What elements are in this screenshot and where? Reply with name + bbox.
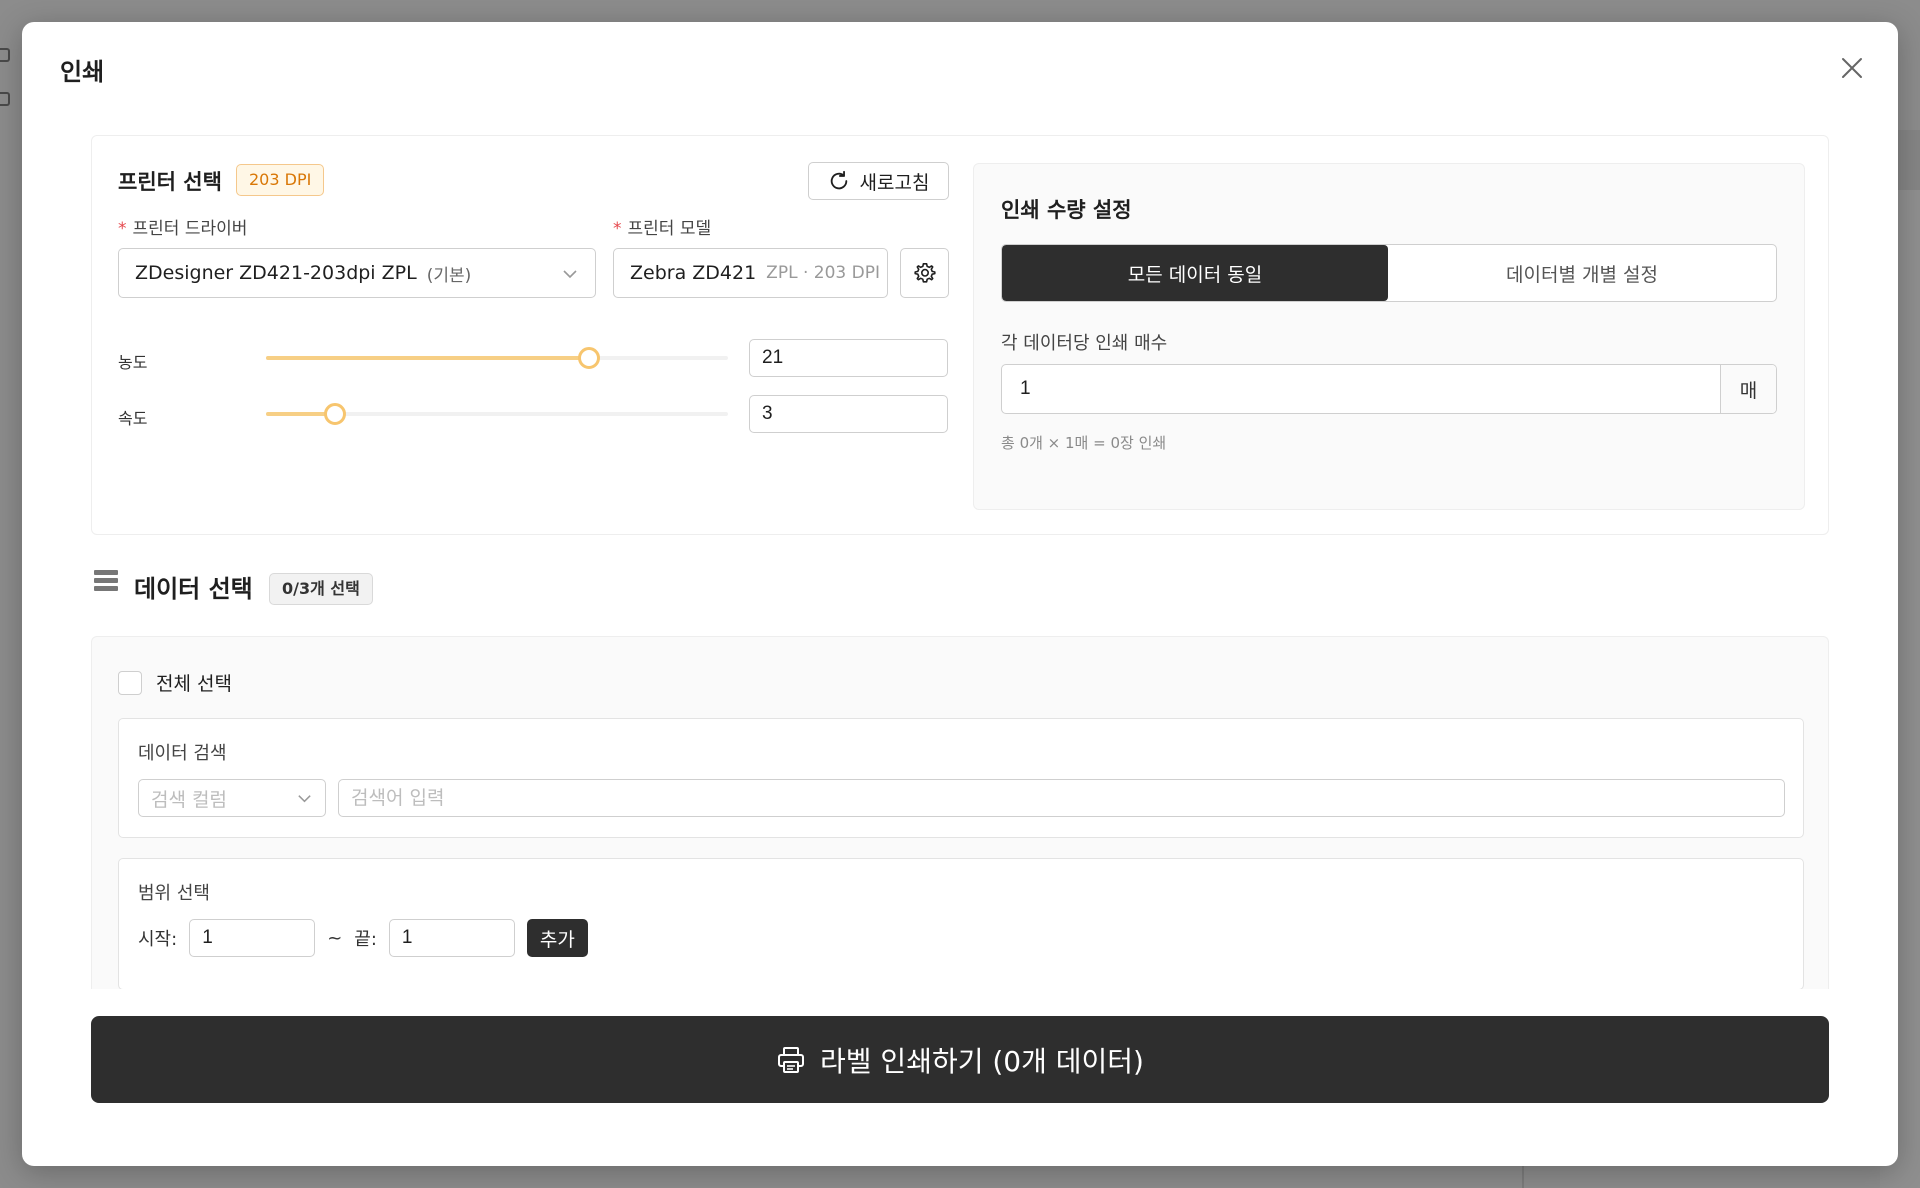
printer-section-title: 프린터 선택 xyxy=(118,170,222,194)
range-card: 범위 선택 시작: ~ 끝: 추가 xyxy=(118,858,1804,989)
model-value: Zebra ZD421 xyxy=(630,262,757,284)
quantity-panel: 인쇄 수량 설정 모든 데이터 동일 데이터별 개별 설정 각 데이터당 인쇄 … xyxy=(973,163,1805,510)
dpi-badge: 203 DPI xyxy=(236,164,325,196)
speed-slider[interactable] xyxy=(266,403,728,425)
range-row: 시작: ~ 끝: 추가 xyxy=(138,919,588,957)
search-column-select[interactable]: 검색 컬럼 xyxy=(138,779,326,817)
select-all-checkbox[interactable] xyxy=(118,670,142,695)
range-end-label: 끝: xyxy=(354,929,377,950)
per-data-field: 매 xyxy=(1001,364,1777,414)
print-labels-label: 라벨 인쇄하기 (0개 데이터) xyxy=(820,1044,1144,1078)
chevron-down-icon xyxy=(563,270,577,279)
driver-select[interactable]: ZDesigner ZD421-203dpi ZPL (기본) xyxy=(118,248,596,298)
darkness-slider[interactable] xyxy=(266,347,728,369)
speed-input[interactable] xyxy=(749,395,948,433)
per-data-label: 각 데이터당 인쇄 매수 xyxy=(1001,333,1168,354)
gear-icon xyxy=(913,263,936,283)
darkness-label: 농도 xyxy=(118,353,148,372)
range-start-label: 시작: xyxy=(138,929,178,950)
driver-label: * 프린터 드라이버 xyxy=(118,219,248,239)
model-settings-button[interactable] xyxy=(900,248,949,298)
range-end-input[interactable] xyxy=(388,919,515,957)
printer-icon xyxy=(778,1046,805,1073)
background-doc-icon xyxy=(0,48,10,62)
model-sub: ZPL · 203 DPI xyxy=(766,263,880,283)
per-data-unit: 매 xyxy=(1720,365,1776,413)
select-all-row[interactable]: 전체 선택 xyxy=(118,669,232,696)
search-label: 데이터 검색 xyxy=(138,743,227,764)
per-data-input[interactable] xyxy=(1002,365,1720,413)
range-add-button[interactable]: 추가 xyxy=(526,919,588,957)
model-display: Zebra ZD421 ZPL · 203 DPI xyxy=(613,248,888,298)
search-card: 데이터 검색 검색 컬럼 xyxy=(118,718,1804,838)
print-modal: 인쇄 프린터 선택 203 DPI 새로고침 * 프린터 드라이버 ZDesign… xyxy=(22,22,1898,1166)
speed-label: 속도 xyxy=(118,409,148,428)
range-start-input[interactable] xyxy=(189,919,316,957)
chevron-down-icon xyxy=(298,795,311,803)
quantity-summary: 총 0개 × 1매 = 0장 인쇄 xyxy=(1001,434,1167,452)
close-button[interactable] xyxy=(1836,52,1868,84)
darkness-slider-fill xyxy=(266,356,590,360)
modal-title: 인쇄 xyxy=(60,58,105,86)
data-panel: 전체 선택 데이터 검색 검색 컬럼 범위 선택 시작: ~ 끝: 추가 xyxy=(91,636,1829,989)
print-labels-button[interactable]: 라벨 인쇄하기 (0개 데이터) xyxy=(91,1016,1829,1103)
model-label: * 프린터 모델 xyxy=(613,219,712,239)
quantity-mode-toggle: 모든 데이터 동일 데이터별 개별 설정 xyxy=(1001,244,1777,302)
background-doc-settings-icon xyxy=(0,92,10,106)
data-section-title: 데이터 선택 xyxy=(134,575,253,603)
refresh-icon xyxy=(830,170,847,190)
range-separator: ~ xyxy=(327,927,343,949)
mode-individual-option[interactable]: 데이터별 개별 설정 xyxy=(1388,245,1776,301)
driver-default-tag: (기본) xyxy=(426,265,472,286)
close-icon xyxy=(1842,58,1862,78)
search-input[interactable] xyxy=(338,779,1785,817)
refresh-button[interactable]: 새로고침 xyxy=(808,162,949,200)
selection-count-badge: 0/3개 선택 xyxy=(269,573,373,605)
background-divider xyxy=(1522,1165,1524,1188)
refresh-label: 새로고침 xyxy=(859,171,930,194)
list-icon xyxy=(94,570,118,594)
mode-same-option[interactable]: 모든 데이터 동일 xyxy=(1002,245,1388,301)
speed-slider-handle[interactable] xyxy=(324,403,347,425)
range-label: 범위 선택 xyxy=(138,883,210,904)
darkness-input[interactable] xyxy=(749,339,948,377)
quantity-section-title: 인쇄 수량 설정 xyxy=(1001,198,1132,222)
printer-settings-card: 프린터 선택 203 DPI 새로고침 * 프린터 드라이버 ZDesigner … xyxy=(91,135,1829,535)
darkness-slider-handle[interactable] xyxy=(578,347,601,369)
select-all-label: 전체 선택 xyxy=(156,673,232,695)
search-column-placeholder: 검색 컬럼 xyxy=(151,788,227,811)
driver-value: ZDesigner ZD421-203dpi ZPL xyxy=(135,262,417,284)
